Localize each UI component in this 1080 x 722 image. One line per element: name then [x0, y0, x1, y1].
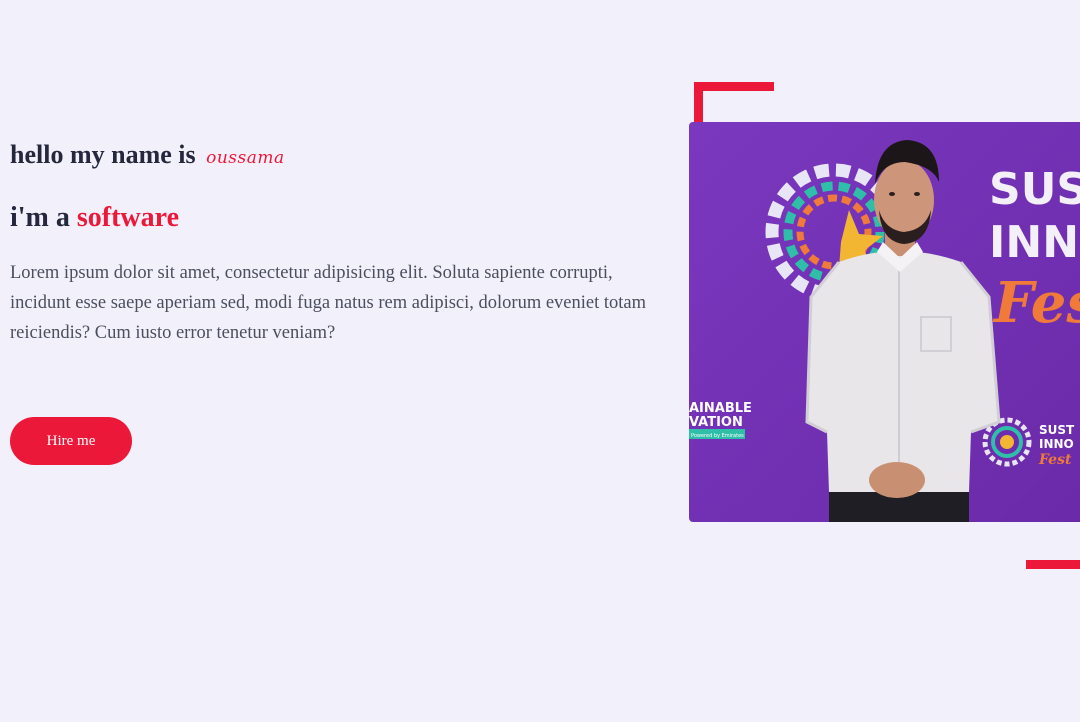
banner-small-right-3: Fest — [1038, 452, 1072, 468]
role-word: software — [76, 202, 180, 233]
intro-paragraph: Lorem ipsum dolor sit amet, consectetur … — [10, 263, 647, 343]
banner-tiny: Powered by Emirates — [691, 433, 744, 439]
profile-photo: SUS INN Fes AINABLE VATION Powered by Em… — [689, 122, 1080, 522]
banner-small-1: AINABLE — [689, 401, 752, 416]
greeting-prefix: hello my name is — [10, 140, 196, 169]
name-text: oussama — [206, 148, 285, 168]
banner-text-2: INN — [989, 217, 1079, 268]
banner-text-1: SUS — [989, 164, 1080, 215]
hero-section: hello my name is oussama i'm a software … — [0, 0, 1080, 722]
greeting-heading: hello my name is oussama — [10, 140, 285, 170]
banner-small-right-2: INNO — [1039, 437, 1074, 451]
role-prefix: i'm a — [10, 202, 70, 233]
role-heading: i'm a software — [10, 202, 179, 234]
hire-me-button[interactable]: Hire me — [10, 417, 132, 465]
corner-decoration-top-horizontal — [694, 82, 774, 91]
banner-text-3: Fes — [992, 270, 1080, 336]
banner-small-2: VATION — [689, 415, 743, 430]
banner-small-right-1: SUST — [1039, 423, 1075, 437]
corner-decoration-bottom-horizontal — [1026, 560, 1080, 569]
